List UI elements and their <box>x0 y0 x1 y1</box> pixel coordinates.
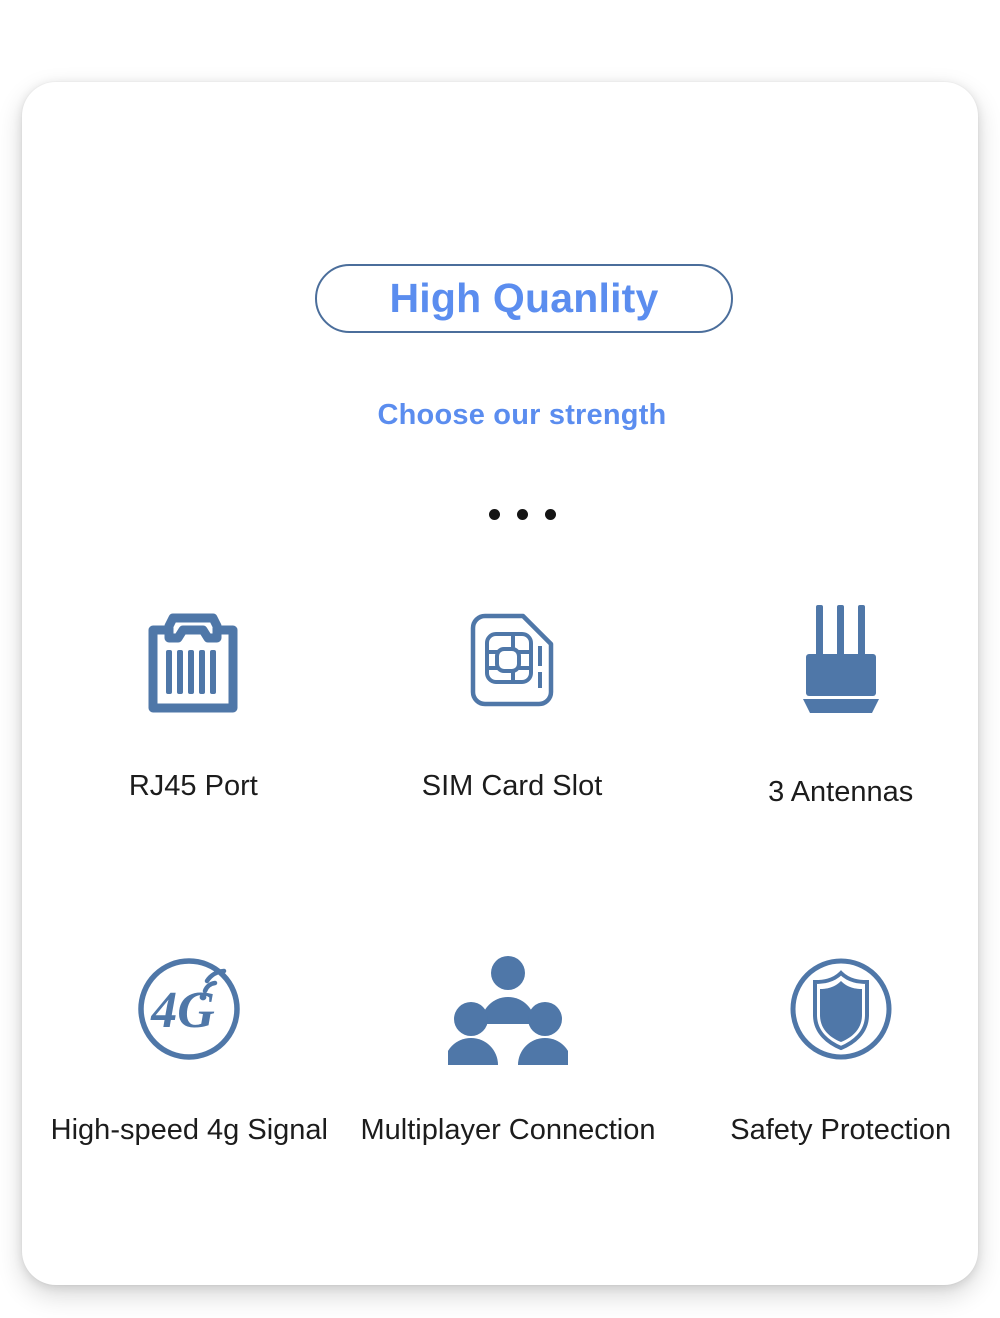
router-antennas-icon <box>789 596 893 720</box>
feature-label: 3 Antennas <box>768 776 913 809</box>
shield-protection-icon <box>785 949 897 1069</box>
sim-card-icon <box>461 602 563 726</box>
separator-dot <box>517 509 528 520</box>
feature-grid: RJ45 Port SIM Card Slot <box>44 602 1000 1147</box>
feature-label: High-speed 4g Signal <box>51 1114 328 1147</box>
feature-item-4g-signal: 4G High-speed 4g Signal <box>30 949 349 1147</box>
feature-label: RJ45 Port <box>129 770 258 803</box>
section-subtitle: Choose our strength <box>22 399 1000 432</box>
dot-separator <box>22 509 1000 520</box>
feature-row: RJ45 Port SIM Card Slot <box>44 602 1000 809</box>
feature-label: SIM Card Slot <box>422 770 603 803</box>
feature-item-sim-card-slot: SIM Card Slot <box>353 602 672 809</box>
feature-label: Safety Protection <box>730 1114 951 1147</box>
separator-dot <box>489 509 500 520</box>
feature-item-safety-protection: Safety Protection <box>681 949 1000 1147</box>
feature-card: High Quanlity Choose our strength <box>22 82 978 1285</box>
rj45-port-icon <box>139 602 247 726</box>
quality-badge: High Quanlity <box>315 264 733 333</box>
feature-label: Multiplayer Connection <box>361 1114 656 1147</box>
separator-dot <box>545 509 556 520</box>
feature-item-3-antennas: 3 Antennas <box>681 602 1000 809</box>
feature-item-rj45-port: RJ45 Port <box>34 602 353 809</box>
4g-signal-icon: 4G <box>133 949 245 1069</box>
feature-item-multiplayer-connection: Multiplayer Connection <box>349 949 668 1147</box>
feature-row: 4G High-speed 4g Signal <box>44 949 1000 1147</box>
page-root: High Quanlity Choose our strength <box>0 0 1000 1318</box>
multiplayer-people-icon <box>448 949 568 1069</box>
quality-badge-label: High Quanlity <box>389 278 658 319</box>
